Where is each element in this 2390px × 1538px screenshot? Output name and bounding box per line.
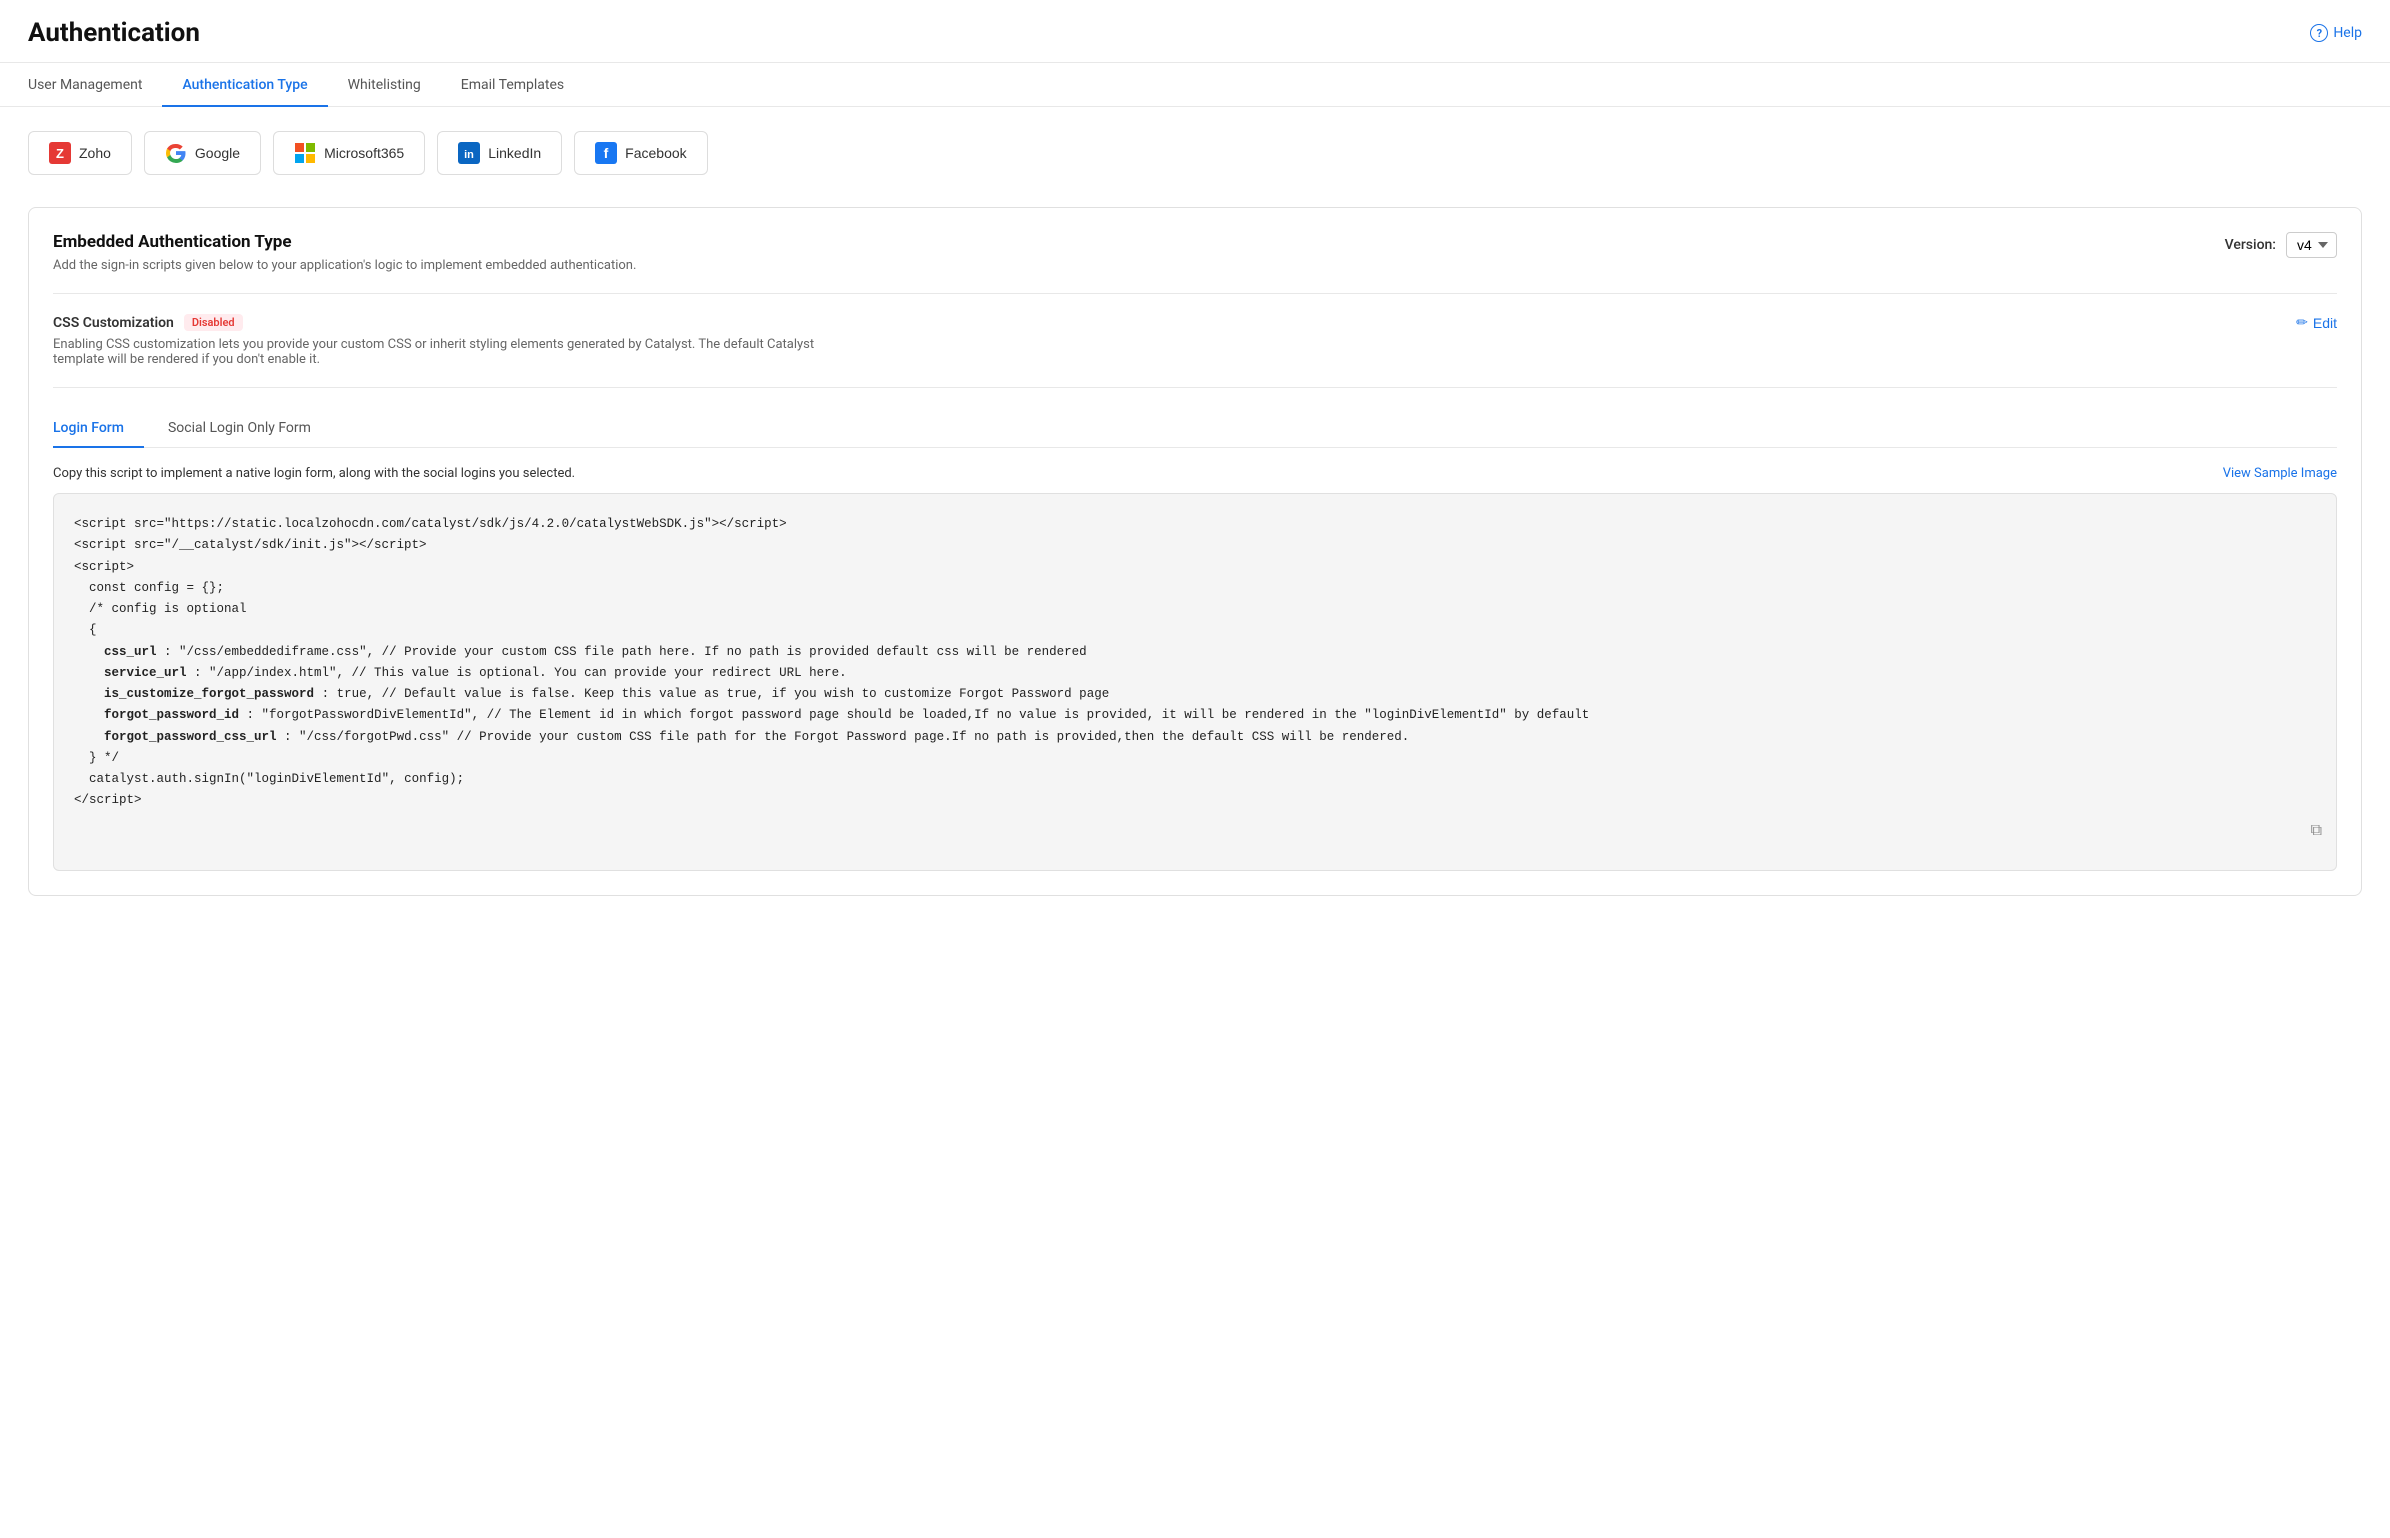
script-open: <script> bbox=[74, 560, 134, 574]
svg-text:in: in bbox=[464, 149, 474, 161]
facebook-label: Facebook bbox=[625, 145, 686, 161]
code-block: <script src="https://static.localzohocdn… bbox=[53, 493, 2337, 871]
provider-zoho[interactable]: Z Zoho bbox=[28, 131, 132, 175]
page-title: Authentication bbox=[28, 18, 200, 48]
svg-text:f: f bbox=[604, 145, 609, 161]
divider-2 bbox=[53, 387, 2337, 388]
forgot-pwd-id-key: forgot_password_id bbox=[104, 708, 239, 722]
css-url-key: css_url bbox=[104, 645, 157, 659]
tab-user-management[interactable]: User Management bbox=[28, 63, 162, 107]
tab-social-login-only-form[interactable]: Social Login Only Form bbox=[168, 408, 331, 448]
linkedin-label: LinkedIn bbox=[488, 145, 541, 161]
css-cust-title: CSS Customization bbox=[53, 315, 174, 331]
microsoft-icon bbox=[294, 142, 316, 164]
edit-pencil-icon: ✏ bbox=[2296, 314, 2308, 331]
svg-text:Z: Z bbox=[56, 146, 64, 161]
css-cust-title-row: CSS Customization Disabled bbox=[53, 314, 853, 331]
provider-pills: Z Zoho Google bbox=[28, 131, 2362, 175]
tab-email-templates[interactable]: Email Templates bbox=[441, 63, 584, 107]
embedded-auth-card: Embedded Authentication Type Add the sig… bbox=[28, 207, 2362, 896]
forgot-pwd-css-key: forgot_password_css_url bbox=[104, 730, 277, 744]
embedded-header-row: Embedded Authentication Type Add the sig… bbox=[53, 232, 2337, 273]
config-brace-close: } */ bbox=[89, 751, 119, 765]
script-header-row: Copy this script to implement a native l… bbox=[53, 466, 2337, 481]
microsoft365-label: Microsoft365 bbox=[324, 145, 404, 161]
provider-microsoft365[interactable]: Microsoft365 bbox=[273, 131, 425, 175]
google-icon bbox=[165, 142, 187, 164]
help-link[interactable]: ? Help bbox=[2310, 24, 2362, 42]
edit-button[interactable]: ✏ Edit bbox=[2296, 314, 2337, 331]
provider-linkedin[interactable]: in LinkedIn bbox=[437, 131, 562, 175]
zoho-label: Zoho bbox=[79, 145, 111, 161]
tab-login-form[interactable]: Login Form bbox=[53, 408, 144, 448]
script-info-text: Copy this script to implement a native l… bbox=[53, 466, 575, 481]
tab-authentication-type[interactable]: Authentication Type bbox=[162, 63, 327, 107]
forgot-pwd-css-val: : "/css/forgotPwd.css" // Provide your c… bbox=[277, 730, 1410, 744]
css-customization-row: CSS Customization Disabled Enabling CSS … bbox=[53, 314, 2337, 367]
form-tabs: Login Form Social Login Only Form bbox=[53, 408, 2337, 448]
version-select[interactable]: v4 v3 v2 bbox=[2286, 232, 2337, 258]
config-brace-open: { bbox=[89, 623, 97, 637]
embedded-auth-desc: Add the sign-in scripts given below to y… bbox=[53, 258, 636, 273]
css-disabled-badge: Disabled bbox=[184, 314, 243, 331]
zoho-icon: Z bbox=[49, 142, 71, 164]
google-label: Google bbox=[195, 145, 240, 161]
tab-whitelisting[interactable]: Whitelisting bbox=[328, 63, 441, 107]
provider-google[interactable]: Google bbox=[144, 131, 261, 175]
provider-facebook[interactable]: f Facebook bbox=[574, 131, 707, 175]
script-src-1: <script src="https://static.localzohocdn… bbox=[74, 517, 787, 531]
script-close: </script> bbox=[74, 793, 142, 807]
css-url-val: : "/css/embeddediframe.css", // Provide … bbox=[157, 645, 1087, 659]
catalyst-signin: catalyst.auth.signIn("loginDivElementId"… bbox=[89, 772, 464, 786]
version-selector: Version: v4 v3 v2 bbox=[2225, 232, 2337, 258]
view-sample-image-link[interactable]: View Sample Image bbox=[2223, 466, 2337, 481]
forgot-pwd-id-val: : "forgotPasswordDivElementId", // The E… bbox=[239, 708, 1589, 722]
help-label: Help bbox=[2333, 25, 2362, 41]
embedded-auth-title: Embedded Authentication Type bbox=[53, 232, 636, 252]
edit-label: Edit bbox=[2313, 315, 2337, 331]
embedded-title-group: Embedded Authentication Type Add the sig… bbox=[53, 232, 636, 273]
script-src-2: <script src="/__catalyst/sdk/init.js"></… bbox=[74, 538, 427, 552]
service-url-val: : "/app/index.html", // This value is op… bbox=[187, 666, 847, 680]
version-label: Version: bbox=[2225, 237, 2276, 253]
divider-1 bbox=[53, 293, 2337, 294]
facebook-icon: f bbox=[595, 142, 617, 164]
config-const: const config = {}; bbox=[89, 581, 224, 595]
copy-icon-button[interactable]: ⧉ bbox=[2275, 804, 2322, 858]
top-tabs-nav: User Management Authentication Type Whit… bbox=[0, 63, 2390, 107]
css-cust-desc: Enabling CSS customization lets you prov… bbox=[53, 337, 853, 367]
is-customize-key: is_customize_forgot_password bbox=[104, 687, 314, 701]
css-cust-left: CSS Customization Disabled Enabling CSS … bbox=[53, 314, 853, 367]
linkedin-icon: in bbox=[458, 142, 480, 164]
copy-icon: ⧉ bbox=[2311, 822, 2322, 839]
help-icon: ? bbox=[2310, 24, 2328, 42]
service-url-key: service_url bbox=[104, 666, 187, 680]
page-header: Authentication ? Help bbox=[0, 0, 2390, 63]
config-comment: /* config is optional bbox=[89, 602, 247, 616]
content-area: Z Zoho Google bbox=[0, 107, 2390, 920]
is-customize-val: : true, // Default value is false. Keep … bbox=[314, 687, 1109, 701]
